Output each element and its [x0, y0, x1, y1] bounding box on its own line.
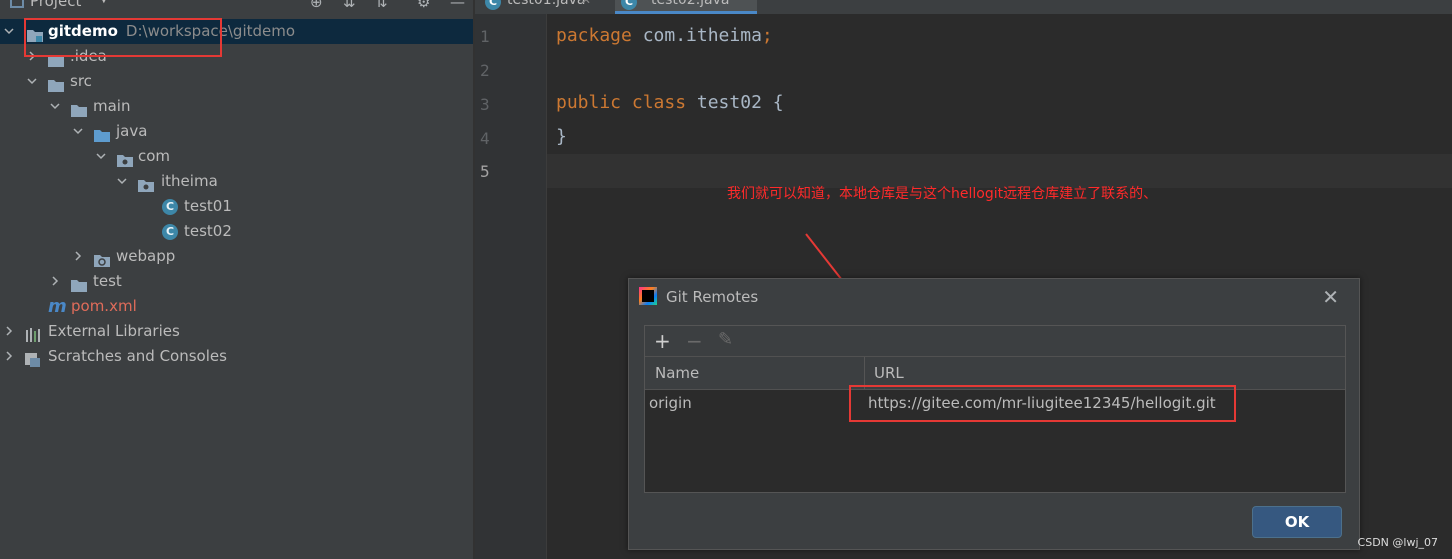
tree-item-webapp[interactable]: webapp	[0, 244, 473, 269]
tree-item-label: main	[93, 97, 131, 115]
line-number: 4	[480, 129, 490, 148]
add-icon[interactable]: +	[654, 329, 671, 353]
tree-item-label: test01	[184, 197, 232, 215]
gear-icon[interactable]: ⚙	[417, 0, 430, 11]
source-folder-icon	[94, 125, 110, 142]
collapse-all-icon[interactable]: ⇊	[343, 0, 356, 11]
remotes-toolbar: + − ✎	[645, 326, 1345, 356]
tree-item-label: itheima	[161, 172, 218, 190]
tree-item-label: src	[70, 72, 92, 90]
chevron-down-icon[interactable]: ▼	[100, 0, 108, 5]
package-icon	[138, 175, 154, 192]
tree-item-label: Scratches and Consoles	[48, 347, 227, 365]
chevron-down-icon[interactable]	[50, 101, 60, 111]
chevron-down-icon[interactable]	[117, 176, 127, 186]
keyword: package	[556, 25, 632, 46]
folder-icon	[71, 275, 87, 292]
code-line-1[interactable]: package com.itheima;	[556, 25, 773, 46]
watermark: CSDN @lwj_07	[1357, 536, 1438, 549]
line-number: 1	[480, 27, 490, 46]
java-class-icon: C	[162, 199, 178, 215]
close-icon[interactable]: ✕	[581, 0, 591, 7]
tree-item-label: webapp	[116, 247, 176, 265]
tab-label: test01.java	[507, 0, 586, 8]
minimize-icon[interactable]: —	[450, 0, 465, 11]
tab-label: test02.java	[651, 0, 730, 8]
chevron-down-icon[interactable]	[27, 76, 37, 86]
web-folder-icon	[94, 250, 110, 267]
column-header-name[interactable]: Name	[655, 364, 699, 382]
tree-item-test[interactable]: test	[0, 269, 473, 294]
project-icon	[10, 0, 24, 8]
chevron-right-icon[interactable]	[50, 276, 60, 286]
line-number: 3	[480, 95, 490, 114]
tree-item-scratches[interactable]: Scratches and Consoles	[0, 344, 473, 369]
tree-item-label: com	[138, 147, 171, 165]
chevron-right-icon[interactable]	[4, 351, 14, 361]
editor-tabs: C test01.java ✕ C test02.java	[475, 0, 1452, 14]
chevron-down-icon[interactable]	[96, 151, 106, 161]
tab-test02[interactable]: C test02.java	[615, 0, 757, 14]
code-text: com.itheima	[631, 25, 762, 46]
line-number: 2	[480, 61, 490, 80]
expand-all-icon[interactable]: ⇅	[375, 0, 388, 11]
tree-item-pom[interactable]: m pom.xml	[0, 294, 473, 319]
code-text: }	[556, 126, 567, 147]
tree-item-external-libraries[interactable]: External Libraries	[0, 319, 473, 344]
tree-item-label: test02	[184, 222, 232, 240]
keyword: public class	[556, 92, 687, 113]
chevron-right-icon[interactable]	[4, 326, 14, 336]
tree-item-label: java	[116, 122, 148, 140]
intellij-logo-icon	[639, 287, 657, 305]
tree-item-test01[interactable]: C test01	[0, 194, 473, 219]
close-icon[interactable]: ✕	[1322, 285, 1339, 309]
folder-icon	[71, 100, 87, 117]
project-title: Project	[30, 0, 82, 10]
project-panel-header: Project ▼ ⊕ ⇊ ⇅ ⚙ —	[0, 0, 473, 12]
chevron-down-icon[interactable]	[73, 126, 83, 136]
java-class-icon: C	[162, 224, 178, 240]
highlight-box-url	[849, 385, 1236, 422]
code-line-4[interactable]: }	[556, 126, 567, 147]
remove-icon[interactable]: −	[686, 329, 703, 353]
package-icon	[117, 150, 133, 167]
tree-item-src[interactable]: src	[0, 69, 473, 94]
tree-item-java[interactable]: java	[0, 119, 473, 144]
tree-item-label: pom.xml	[71, 297, 137, 315]
code-text: test02 {	[686, 92, 784, 113]
line-number: 5	[480, 162, 490, 181]
code-line-3[interactable]: public class test02 {	[556, 92, 784, 113]
tree-item-test02[interactable]: C test02	[0, 219, 473, 244]
locate-icon[interactable]: ⊕	[310, 0, 323, 11]
maven-icon: m	[48, 296, 67, 317]
libraries-icon	[25, 325, 41, 342]
tree-item-label: External Libraries	[48, 322, 180, 340]
semicolon: ;	[761, 25, 773, 46]
scratches-icon	[25, 350, 41, 367]
highlight-box-module	[24, 18, 222, 57]
edit-icon[interactable]: ✎	[718, 329, 733, 350]
java-class-icon: C	[485, 0, 501, 10]
tree-item-label: test	[93, 272, 122, 290]
project-panel: Project ▼ ⊕ ⇊ ⇅ ⚙ — gitdemoD:\workspace\…	[0, 0, 473, 559]
ok-button[interactable]: OK	[1252, 506, 1342, 538]
java-class-icon: C	[621, 0, 637, 10]
folder-icon	[48, 75, 64, 92]
tree-item-com[interactable]: com	[0, 144, 473, 169]
dialog-title: Git Remotes	[666, 288, 759, 306]
project-view-selector[interactable]: Project	[10, 0, 81, 10]
tree-item-main[interactable]: main	[0, 94, 473, 119]
annotation-text: 我们就可以知道，本地仓库是与这个hellogit远程仓库建立了联系的、	[727, 186, 1158, 202]
tree-item-itheima[interactable]: itheima	[0, 169, 473, 194]
chevron-down-icon[interactable]	[4, 26, 14, 36]
chevron-right-icon[interactable]	[73, 251, 83, 261]
column-header-url[interactable]: URL	[874, 364, 904, 382]
remote-name-cell[interactable]: origin	[649, 394, 692, 412]
tab-test01[interactable]: C test01.java ✕	[485, 0, 605, 14]
